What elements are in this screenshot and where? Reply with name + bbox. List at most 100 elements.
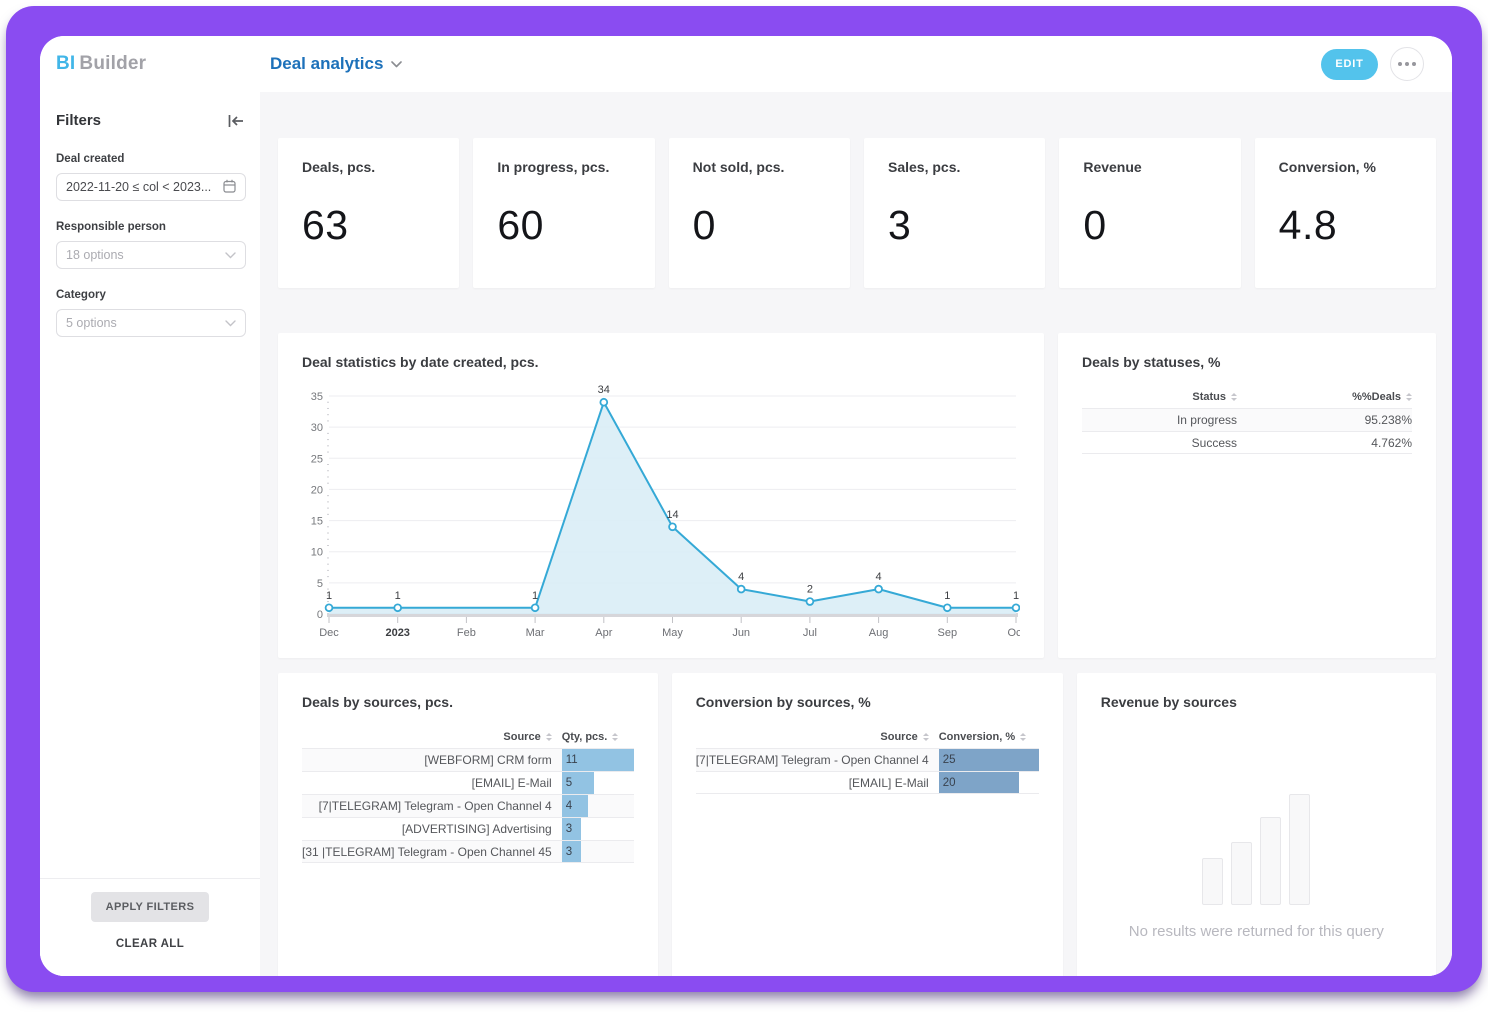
kpi-label: Conversion, % [1279,159,1412,175]
table-row: [EMAIL] E-Mail20 [696,771,1039,794]
statuses-table: Status%%Deals In progress95.238%Success4.… [1082,386,1412,454]
value-bar: 25 [939,749,1039,771]
kpi-value: 60 [497,202,630,249]
page-title: Deal analytics [270,54,383,74]
table-row: [7|TELEGRAM] Telegram - Open Channel 44 [302,794,634,817]
value-bar: 11 [562,749,634,771]
kpi-label: In progress, pcs. [497,159,630,175]
conversion-by-sources-card: Conversion by sources, % SourceConversio… [672,673,1063,976]
svg-text:Oct: Oct [1007,627,1020,639]
table-row: Success4.762% [1082,431,1412,454]
svg-text:Dec: Dec [319,627,339,639]
svg-text:4: 4 [876,571,882,583]
value-bar: 20 [939,772,1019,793]
responsible-person-select[interactable]: 18 options [56,241,246,269]
revenue-by-sources-card: Revenue by sources No results were retur… [1077,673,1436,976]
chevron-down-icon [225,316,236,330]
sort-icon [1406,393,1412,401]
column-header-source[interactable]: Source [696,731,939,743]
sort-icon [923,733,929,741]
status-cell: Success [1082,436,1237,450]
filters-title: Filters [56,112,101,129]
kpi-card: Revenue0 [1059,138,1240,288]
dashboard-title-dropdown[interactable]: Deal analytics [270,54,402,74]
table-row: [WEBFORM] CRM form11 [302,748,634,771]
source-cell: [31 |TELEGRAM] Telegram - Open Channel 4… [302,841,562,862]
bar-cell: 5 [562,772,634,794]
bar-cell: 3 [562,818,634,840]
chart-title: Deal statistics by date created, pcs. [302,354,1020,370]
kpi-card: In progress, pcs. 60 [473,138,654,288]
value-bar: 5 [562,772,595,794]
table-row: In progress95.238% [1082,408,1412,431]
deals-by-sources-card: Deals by sources, pcs. SourceQty, pcs. [W… [278,673,658,976]
svg-text:1: 1 [1013,590,1019,602]
apply-filters-button[interactable]: APPLY FILTERS [91,892,210,922]
svg-text:Feb: Feb [457,627,476,639]
sort-icon [546,733,552,741]
deals-by-sources-table: SourceQty, pcs. [WEBFORM] CRM form11[EMAI… [302,726,634,863]
svg-text:14: 14 [666,509,678,521]
column-header-deals-pct[interactable]: %%Deals [1237,391,1412,403]
svg-text:10: 10 [311,547,323,559]
kpi-label: Not sold, pcs. [693,159,826,175]
table-row: [EMAIL] E-Mail5 [302,771,634,794]
source-cell: [EMAIL] E-Mail [302,772,562,794]
kpi-card: Conversion, %4.8 [1255,138,1436,288]
value-bar: 4 [562,795,588,817]
svg-text:35: 35 [311,391,323,403]
column-header-value[interactable]: Conversion, % [939,731,1039,743]
kpi-value: 3 [888,202,1021,249]
sidebar-footer: APPLY FILTERS CLEAR ALL [40,878,260,976]
empty-state-message: No results were returned for this query [1129,923,1384,940]
column-header-value[interactable]: Qty, pcs. [562,731,634,743]
category-select[interactable]: 5 options [56,309,246,337]
calendar-icon [223,179,236,196]
svg-text:34: 34 [598,384,610,396]
chart-title: Revenue by sources [1101,694,1412,710]
svg-text:1: 1 [395,590,401,602]
kpi-card: Not sold, pcs.0 [669,138,850,288]
svg-text:4: 4 [738,571,744,583]
logo-bi: BI [56,53,75,74]
empty-state: No results were returned for this query [1101,710,1412,940]
bar-cell: 11 [562,749,634,771]
value-cell: 95.238% [1237,413,1412,427]
kpi-label: Sales, pcs. [888,159,1021,175]
svg-text:Jun: Jun [732,627,750,639]
chevron-down-icon [225,248,236,262]
svg-text:15: 15 [311,516,323,528]
svg-text:5: 5 [317,578,323,590]
table-row: [31 |TELEGRAM] Telegram - Open Channel 4… [302,840,634,863]
app-logo: BIBuilder [40,53,260,75]
logo-builder: Builder [79,53,146,74]
kpi-row: Deals, pcs. 63 In progress, pcs. 60 Not sold… [278,138,1436,288]
conversion-by-sources-table: SourceConversion, % [7|TELEGRAM] Telegram… [696,726,1039,794]
svg-text:May: May [662,627,683,639]
chart-title: Deals by statuses, % [1082,354,1412,370]
deals-by-statuses-card: Deals by statuses, % Status%%Deals In pro… [1058,333,1436,658]
bar-cell: 25 [939,749,1039,771]
kpi-label: Revenue [1083,159,1216,175]
more-options-button[interactable] [1390,47,1424,81]
svg-text:0: 0 [317,609,323,621]
clear-all-button[interactable]: CLEAR ALL [116,938,184,950]
column-header-source[interactable]: Source [302,731,562,743]
column-header-status[interactable]: Status [1082,391,1237,403]
kpi-value: 63 [302,202,435,249]
svg-text:1: 1 [944,590,950,602]
collapse-sidebar-icon[interactable] [227,114,244,128]
chart-title: Deals by sources, pcs. [302,694,634,710]
source-cell: [EMAIL] E-Mail [696,772,939,793]
chart-title: Conversion by sources, % [696,694,1039,710]
table-row: [7|TELEGRAM] Telegram - Open Channel 425 [696,748,1039,771]
svg-text:1: 1 [532,590,538,602]
edit-button[interactable]: EDIT [1321,49,1378,80]
deal-statistics-line-chart: 05101520253035Dec2023FebMarAprMayJunJulA… [302,372,1020,648]
kpi-label: Deals, pcs. [302,159,435,175]
bar-chart-placeholder-icon [1202,794,1310,905]
deal-created-date-input[interactable]: 2022-11-20 ≤ col < 2023... [56,173,246,201]
svg-text:Mar: Mar [526,627,545,639]
source-cell: [ADVERTISING] Advertising [302,818,562,840]
bar-cell: 4 [562,795,634,817]
